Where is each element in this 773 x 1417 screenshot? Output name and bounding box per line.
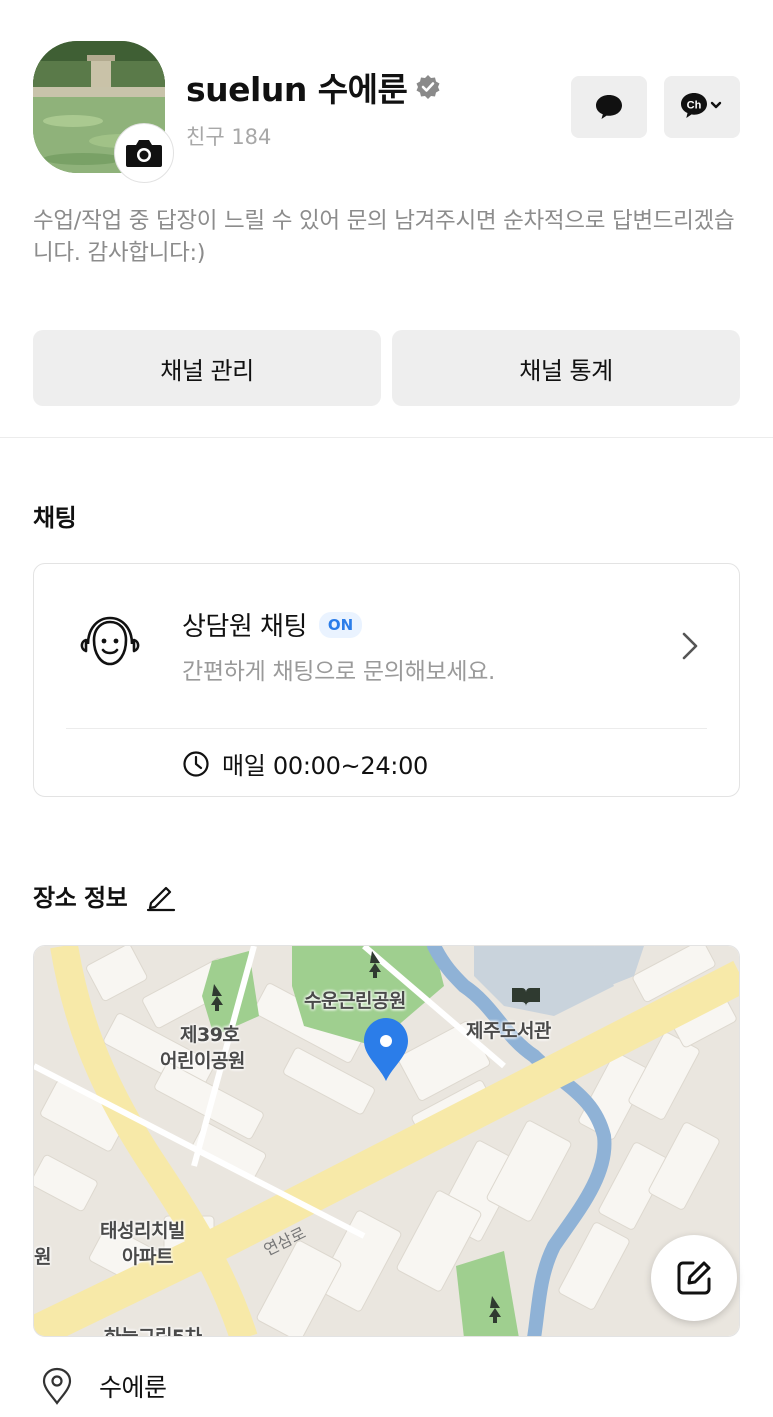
chevron-right-icon: [682, 632, 698, 660]
map-label-bottom: 하늘그린5차: [104, 1326, 202, 1337]
place-section-title: 장소 정보: [33, 884, 128, 912]
hours-text: 매일 00:00~24:00: [222, 752, 429, 780]
section-divider: [0, 437, 773, 438]
channel-stats-button[interactable]: 채널 통계: [392, 330, 740, 406]
profile-name: suelun 수에룬: [186, 70, 408, 109]
profile-header: suelun 수에룬 친구 184 Ch: [33, 41, 740, 191]
channel-actions: 채널 관리 채널 통계: [33, 330, 740, 406]
edit-location-button[interactable]: [651, 1235, 737, 1321]
change-photo-button[interactable]: [114, 123, 174, 183]
chat-button[interactable]: [571, 76, 647, 138]
address-row: 수에룬: [40, 1366, 167, 1406]
agent-chat-card[interactable]: 상담원 채팅 ON 간편하게 채팅으로 문의해보세요. 매일 00:00~24:…: [33, 563, 740, 797]
place-section-title-row: 장소 정보: [33, 878, 177, 913]
card-divider: [66, 728, 707, 729]
pencil-edit-icon[interactable]: [145, 880, 177, 912]
edit-square-icon: [677, 1261, 711, 1295]
manage-channel-button[interactable]: 채널 관리: [33, 330, 381, 406]
verified-badge-icon: [415, 74, 441, 100]
svg-text:Ch: Ch: [687, 100, 702, 112]
operating-hours: 매일 00:00~24:00: [182, 746, 428, 781]
friend-count: 친구 184: [186, 125, 272, 149]
clock-icon: [183, 750, 209, 777]
channel-dropdown-icon: Ch: [681, 93, 722, 118]
agent-chat-title: 상담원 채팅: [182, 612, 307, 642]
agent-chat-title-row: 상담원 채팅 ON: [182, 606, 363, 643]
location-pin-icon: [40, 1366, 74, 1406]
map-label-park: 수운근린공원: [304, 990, 406, 1012]
status-badge: ON: [318, 611, 363, 638]
chat-section-title: 채팅: [33, 504, 77, 532]
profile-name-row: suelun 수에룬: [186, 63, 441, 111]
map-label-children-park-1: 제39호: [180, 1024, 240, 1046]
status-message: 수업/작업 중 답장이 느릴 수 있어 문의 남겨주시면 순차적으로 답변드리겠…: [33, 208, 735, 266]
headset-agent-icon: [80, 616, 140, 666]
speech-bubble-icon: [596, 95, 622, 119]
map-label-apartment-2: 아파트: [122, 1246, 173, 1268]
location-map[interactable]: 수운근린공원 제주도서관 제39호 어린이공원 태성리치빌 아파트 원 하늘그린…: [33, 945, 740, 1337]
channel-menu-button[interactable]: Ch: [664, 76, 740, 138]
map-label-children-park-2: 어린이공원: [160, 1050, 245, 1072]
camera-icon: [126, 140, 162, 167]
address-text: 수에룬: [99, 1373, 167, 1402]
map-label-library: 제주도서관: [466, 1020, 551, 1042]
map-label-left-edge: 원: [34, 1246, 51, 1268]
agent-chat-subtitle: 간편하게 채팅으로 문의해보세요.: [182, 659, 496, 685]
map-label-apartment-1: 태성리치빌: [100, 1220, 185, 1242]
